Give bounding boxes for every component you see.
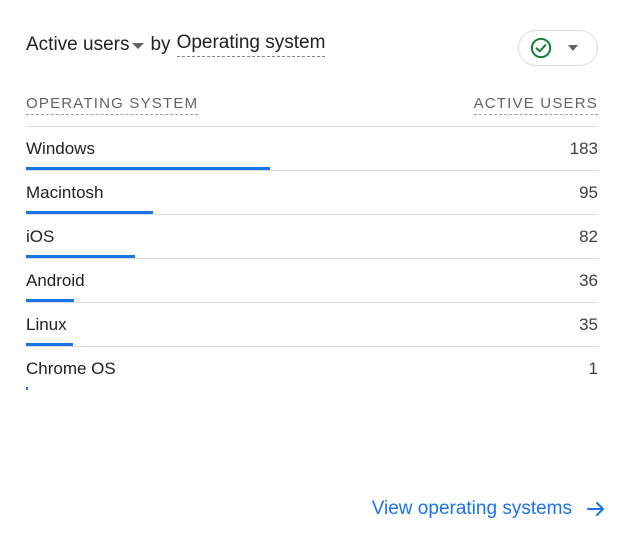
row-label: Macintosh bbox=[26, 183, 104, 202]
table-header: OPERATING SYSTEM ACTIVE USERS bbox=[26, 92, 598, 127]
check-circle-icon bbox=[530, 37, 552, 59]
row-label: iOS bbox=[26, 227, 55, 246]
metric-dropdown-icon[interactable] bbox=[132, 42, 145, 49]
view-link-label: View operating systems bbox=[371, 498, 572, 519]
metric-selector-label[interactable]: Active users bbox=[26, 34, 129, 56]
row-value: 82 bbox=[579, 227, 598, 246]
row-label: Linux bbox=[26, 315, 67, 334]
table-row[interactable]: iOS 82 bbox=[26, 215, 598, 259]
arrow-right-icon bbox=[587, 502, 604, 516]
row-bar bbox=[26, 211, 153, 214]
row-value: 35 bbox=[579, 315, 598, 334]
card-title: Active users by Operating system bbox=[26, 32, 326, 57]
chevron-down-icon bbox=[568, 45, 578, 51]
row-value: 1 bbox=[588, 359, 598, 378]
table-row[interactable]: Macintosh 95 bbox=[26, 171, 598, 215]
row-label: Chrome OS bbox=[26, 359, 116, 378]
os-table: OPERATING SYSTEM ACTIVE USERS Windows 18… bbox=[26, 92, 598, 390]
row-label: Windows bbox=[26, 139, 95, 158]
column-header-os[interactable]: OPERATING SYSTEM bbox=[26, 95, 199, 115]
card-header: Active users by Operating system bbox=[26, 28, 598, 68]
table-row[interactable]: Linux 35 bbox=[26, 303, 598, 347]
row-value: 36 bbox=[579, 271, 598, 290]
row-bar bbox=[26, 299, 74, 302]
column-header-active-users[interactable]: ACTIVE USERS bbox=[473, 95, 598, 115]
row-bar bbox=[26, 255, 136, 258]
title-connector: by bbox=[150, 33, 171, 55]
active-users-by-os-card: Active users by Operating system OPERATI… bbox=[0, 0, 624, 541]
table-row[interactable]: Android 36 bbox=[26, 259, 598, 303]
row-value: 183 bbox=[569, 139, 598, 158]
comparison-status-button[interactable] bbox=[518, 30, 598, 66]
row-label: Android bbox=[26, 271, 85, 290]
row-value: 95 bbox=[579, 183, 598, 202]
table-row[interactable]: Chrome OS 1 bbox=[26, 347, 598, 390]
row-bar bbox=[26, 343, 73, 346]
row-bar bbox=[26, 387, 28, 390]
table-row[interactable]: Windows 183 bbox=[26, 127, 598, 171]
dimension-selector[interactable]: Operating system bbox=[176, 32, 326, 57]
row-bar bbox=[26, 167, 270, 170]
view-operating-systems-link[interactable]: View operating systems bbox=[372, 498, 606, 520]
